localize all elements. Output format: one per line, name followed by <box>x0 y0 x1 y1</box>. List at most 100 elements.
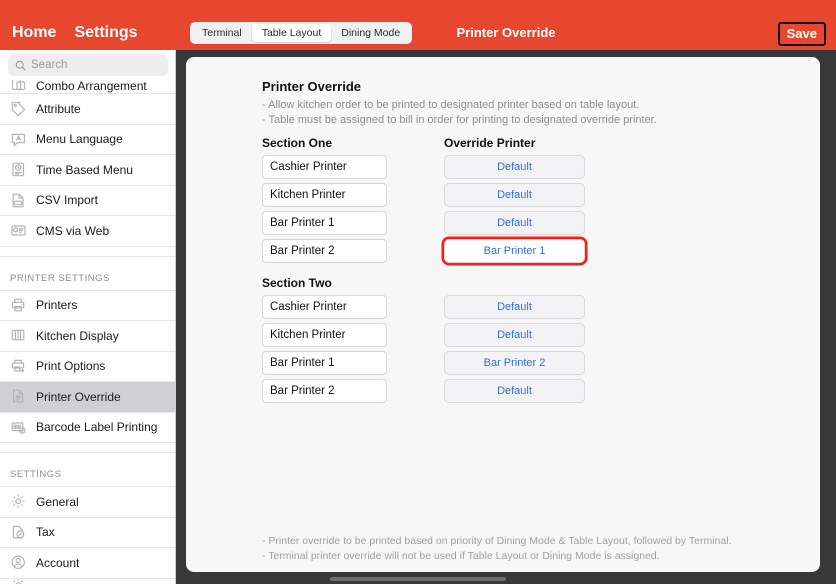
gear-icon <box>13 578 24 584</box>
printer-name: Bar Printer 1 <box>270 217 335 229</box>
override-printer-value: Bar Printer 1 <box>483 245 546 257</box>
segment-table-layout[interactable]: Table Layout <box>251 24 332 42</box>
section-one-override-select[interactable]: Default <box>444 155 585 179</box>
footer-note-1: - Printer override to be printed based o… <box>262 535 732 547</box>
printer-name: Cashier Printer <box>270 301 347 313</box>
home-button[interactable]: Home <box>12 24 56 42</box>
sidebar-divider <box>0 246 175 257</box>
clock-card-icon <box>12 162 25 177</box>
sidebar-item-label: CMS via Web <box>36 223 110 238</box>
speech-bubble-icon <box>11 133 25 147</box>
sidebar-item-label: Time Based Menu <box>36 162 133 177</box>
sidebar-item-printer-override[interactable]: Printer Override <box>0 382 175 413</box>
settings-title: Settings <box>74 24 138 41</box>
panel-note-1: - Allow kitchen order to be printed to d… <box>262 99 640 111</box>
printer-name: Kitchen Printer <box>270 329 346 341</box>
sidebar-item-kitchen-display[interactable]: Kitchen Display <box>0 321 175 352</box>
sidebar-item-label: Printer Override <box>36 389 121 404</box>
document-icon <box>13 389 24 403</box>
printer-name: Bar Printer 1 <box>270 357 335 369</box>
sidebar-item-label: Combo Arrangement <box>36 79 147 93</box>
sidebar-item-printers[interactable]: Printers <box>0 290 175 321</box>
section-one-printer-field[interactable]: Bar Printer 1 <box>262 211 387 235</box>
sidebar-item-label: Kitchen Display <box>36 328 119 343</box>
section-one-override-select[interactable]: Bar Printer 1 <box>444 239 585 263</box>
section-one-printer-field[interactable]: Cashier Printer <box>262 155 387 179</box>
printer-override-panel: Printer Override - Allow kitchen order t… <box>186 57 820 572</box>
segment-dining-mode[interactable]: Dining Mode <box>331 24 410 42</box>
tablet-screen: 12:16 PM Fri Dec 16 100% Home Settings T… <box>0 0 836 584</box>
sidebar-item-general[interactable]: General <box>0 487 175 518</box>
sidebar-item-label: Attribute <box>36 101 81 116</box>
override-printer-value: Default <box>497 329 532 341</box>
person-icon <box>11 555 25 570</box>
section-two-printer-field[interactable]: Cashier Printer <box>262 295 387 319</box>
barcode-icon <box>11 422 26 434</box>
segment-terminal[interactable]: Terminal <box>192 24 252 42</box>
sidebar-item-partial[interactable] <box>0 578 175 584</box>
printer-name: Cashier Printer <box>270 161 347 173</box>
sidebar-section-settings: SETTINGS <box>0 453 175 487</box>
sidebar-item-tax[interactable]: Tax <box>0 517 175 548</box>
sidebar-item-label: Barcode Label Printing <box>36 420 158 435</box>
sidebar-item-label: Tax <box>36 525 55 540</box>
sidebar-header: Home Settings <box>0 0 176 50</box>
sidebar-divider <box>0 443 175 453</box>
section-two-printer-field[interactable]: Bar Printer 2 <box>262 379 387 403</box>
override-printer-value: Default <box>497 385 532 397</box>
sidebar-nav-list[interactable]: Combo Arrangement Attribute Menu Language T… <box>0 76 175 584</box>
sidebar-item-label: General <box>36 494 79 509</box>
override-printer-value: Default <box>497 301 532 313</box>
printer-name: Kitchen Printer <box>270 189 346 201</box>
override-printer-value: Default <box>497 217 532 229</box>
sidebar-item-barcode-label-printing[interactable]: Barcode Label Printing <box>0 412 175 443</box>
sidebar-section-label: SETTINGS <box>10 469 62 480</box>
sidebar-item-label: CSV Import <box>36 193 99 208</box>
section-one-override-select[interactable]: Default <box>444 211 585 235</box>
sidebar-item-label: Printers <box>36 298 78 313</box>
sidebar-item-label: Print Options <box>36 359 106 374</box>
section-one-printer-field[interactable]: Kitchen Printer <box>262 183 387 207</box>
section-one-header: Section One <box>262 136 333 150</box>
printer-icon <box>11 298 25 312</box>
sidebar-section-label: PRINTER SETTINGS <box>10 272 110 284</box>
section-two-override-select[interactable]: Default <box>444 379 585 403</box>
section-two-override-select[interactable]: Default <box>444 295 585 319</box>
home-indicator <box>330 577 506 581</box>
kitchen-display-icon <box>11 330 25 341</box>
override-printer-header: Override Printer <box>444 136 536 150</box>
printer-name: Bar Printer 2 <box>270 245 335 257</box>
gear-icon <box>11 495 25 508</box>
sidebar-item-cms-via-web[interactable]: CMS via Web <box>0 216 175 247</box>
panel-title: Printer Override <box>262 79 361 94</box>
save-button[interactable]: Save <box>777 22 826 47</box>
section-two-override-select[interactable]: Default <box>444 323 585 347</box>
scope-segmented-control[interactable]: Terminal Table Layout Dining Mode <box>190 22 413 44</box>
section-two-printer-field[interactable]: Kitchen Printer <box>262 323 387 347</box>
panel-note-2: - Table must be assigned to bill in orde… <box>262 114 657 126</box>
print-options-icon <box>11 359 25 373</box>
sidebar-item-print-options[interactable]: Print Options <box>0 351 175 382</box>
tag-icon <box>11 101 26 117</box>
tax-doc-icon <box>12 525 25 539</box>
section-two-printer-field[interactable]: Bar Printer 1 <box>262 351 387 375</box>
sidebar-item-csv-import[interactable]: CSV Import <box>0 185 175 216</box>
sidebar-item-account[interactable]: Account <box>0 548 175 579</box>
printer-name: Bar Printer 2 <box>270 385 335 397</box>
footer-note-2: - Terminal printer override will not be … <box>262 550 660 562</box>
web-card-icon <box>11 225 26 236</box>
section-two-override-select[interactable]: Bar Printer 2 <box>444 351 585 375</box>
settings-sidebar[interactable]: Search Combo Arrangement Attribute Menu La… <box>0 50 176 584</box>
sidebar-item-menu-language[interactable]: Menu Language <box>0 124 175 155</box>
section-one-override-select[interactable]: Default <box>444 183 585 207</box>
csv-file-icon <box>12 193 24 208</box>
override-printer-value: Default <box>497 161 532 173</box>
section-one-printer-field[interactable]: Bar Printer 2 <box>262 239 387 263</box>
sidebar-item-label: Menu Language <box>36 132 123 147</box>
sidebar-item-time-based-menu[interactable]: Time Based Menu <box>0 155 175 186</box>
top-navigation-bar: Terminal Table Layout Dining Mode Printer … <box>176 0 836 50</box>
sidebar-item-label: Account <box>36 555 80 570</box>
search-input[interactable]: Search <box>8 54 168 76</box>
sidebar-item-attribute[interactable]: Attribute <box>0 94 175 125</box>
search-container: Search <box>0 50 175 80</box>
